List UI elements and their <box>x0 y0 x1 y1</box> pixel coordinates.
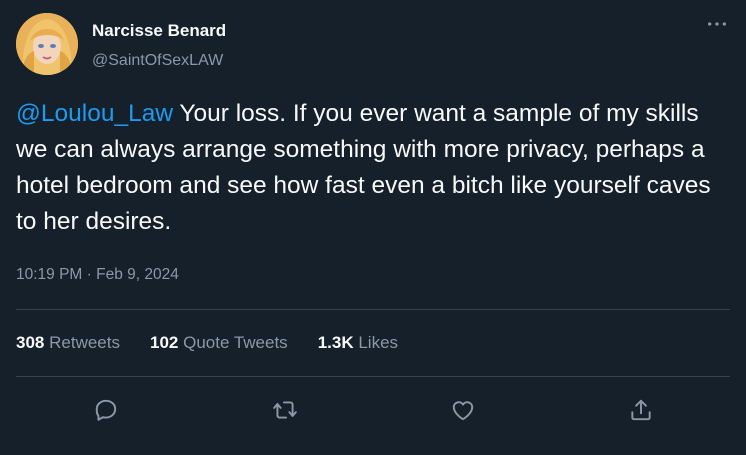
divider-top <box>16 309 730 310</box>
quotes-count: 102 <box>149 333 179 352</box>
like-button[interactable] <box>446 393 480 427</box>
divider-bottom <box>16 376 730 377</box>
author-handle[interactable]: @SaintOfSexLAW <box>92 52 223 70</box>
retweet-icon <box>273 401 297 419</box>
likes-stat[interactable]: 1.3K Likes <box>318 333 398 353</box>
likes-label: Likes <box>358 333 399 352</box>
share-icon <box>631 399 651 421</box>
retweets-count: 308 <box>16 333 45 352</box>
more-options-button[interactable] <box>706 18 728 32</box>
quotes-stat[interactable]: 102 Quote Tweets <box>150 333 288 353</box>
heart-icon <box>452 401 474 421</box>
tweet-stats: 308 Retweets 102 Quote Tweets 1.3K Likes <box>16 333 398 353</box>
reply-button[interactable] <box>89 393 123 427</box>
avatar[interactable] <box>16 13 78 75</box>
avatar-image <box>16 13 78 75</box>
retweets-stat[interactable]: 308 Retweets <box>16 333 120 353</box>
retweets-label: Retweets <box>49 333 120 352</box>
retweet-button[interactable] <box>268 393 302 427</box>
share-button[interactable] <box>624 393 658 427</box>
mention-link[interactable]: @Loulou_Law <box>16 100 173 127</box>
author-display-name[interactable]: Narcisse Benard <box>92 21 226 41</box>
more-horizontal-icon <box>708 22 726 26</box>
tweet-timestamp[interactable]: 10:19 PM · Feb 9, 2024 <box>16 266 179 284</box>
quotes-label: Quote Tweets <box>183 333 288 352</box>
tweet-text: @Loulou_Law Your loss. If you ever want … <box>16 96 736 240</box>
reply-icon <box>95 399 117 421</box>
action-bar <box>0 393 746 427</box>
likes-count: 1.3K <box>317 333 354 352</box>
